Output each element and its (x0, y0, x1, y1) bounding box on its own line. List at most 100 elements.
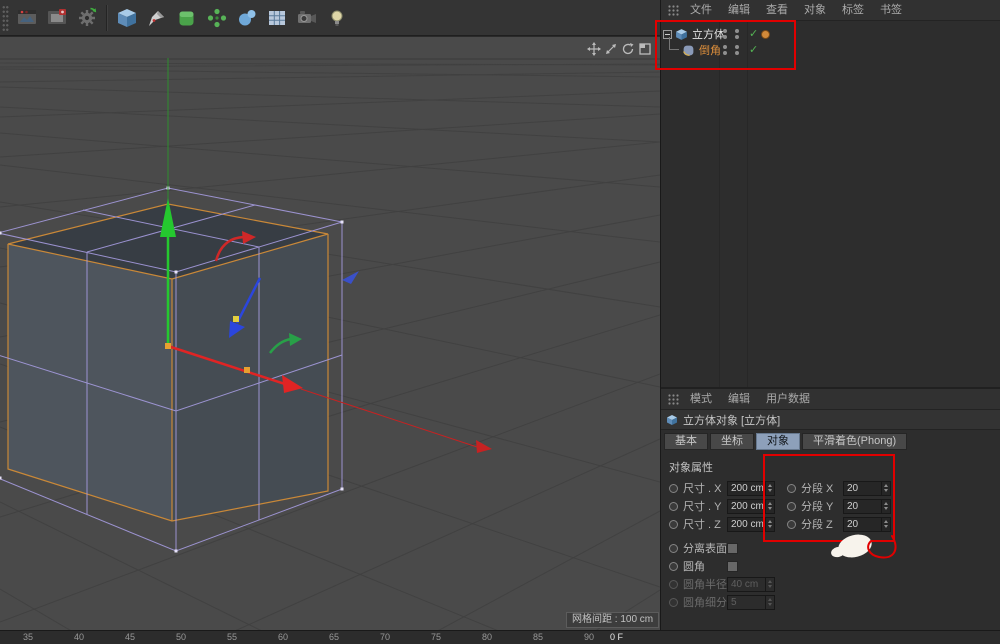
separate-surfaces-checkbox[interactable] (727, 543, 738, 554)
tab-phong[interactable]: 平滑着色(Phong) (802, 433, 907, 450)
tab-object[interactable]: 对象 (756, 433, 800, 450)
bevel-deformer-icon (682, 44, 695, 57)
attribute-manager: 模式 编辑 用户数据 立方体对象 [立方体] 基本 坐标 对象 平滑着色(Pho… (661, 389, 1000, 611)
menu-view[interactable]: 查看 (758, 0, 796, 21)
generator-cube-icon[interactable] (173, 4, 201, 32)
separate-surfaces-label: 分离表面 (683, 540, 727, 556)
object-manager-menubar: 文件 编辑 查看 对象 标签 书签 (661, 0, 1000, 21)
grid-spacing-label: 网格间距 : 100 cm (566, 612, 659, 628)
menu-mode[interactable]: 模式 (682, 389, 720, 410)
pan-icon[interactable] (587, 42, 601, 56)
tree-branch-line (669, 37, 679, 50)
keyframe-dot-icon[interactable] (669, 544, 678, 553)
render-picture-viewer-icon[interactable] (43, 4, 71, 32)
menu-object[interactable]: 对象 (796, 0, 834, 21)
ruler-tick: 55 (227, 632, 237, 642)
stepper-icon[interactable] (881, 518, 890, 531)
panel-menu-icon[interactable] (667, 393, 680, 406)
menu-user-data[interactable]: 用户数据 (758, 389, 818, 410)
attribute-title: 立方体对象 [立方体] (683, 412, 780, 428)
visibility-dots-icon[interactable] (723, 45, 727, 55)
pen-tool-icon[interactable] (143, 4, 171, 32)
seg-y-input[interactable]: 20 (843, 499, 891, 514)
tab-basic[interactable]: 基本 (664, 433, 708, 450)
render-visibility-dots-icon[interactable] (735, 29, 739, 39)
cinema4d-window: 网格间距 : 100 cm 35 40 45 50 55 60 65 70 75… (0, 0, 1000, 644)
render-visibility-dots-icon[interactable] (735, 45, 739, 55)
timeline-ruler[interactable]: 35 40 45 50 55 60 65 70 75 80 85 90 0 F (0, 630, 1000, 644)
primitive-cube-icon[interactable] (113, 4, 141, 32)
keyframe-dot-icon[interactable] (669, 520, 678, 529)
ruler-tick: 35 (23, 632, 33, 642)
rotate-icon[interactable] (621, 42, 635, 56)
ruler-tick: 90 (584, 632, 594, 642)
object-row-bevel[interactable]: 倒角 ✓ (661, 42, 1000, 58)
metaball-icon[interactable] (233, 4, 261, 32)
object-row-cube[interactable]: 立方体 ✓ (661, 26, 1000, 42)
light-icon[interactable] (323, 4, 351, 32)
size-z-label: 尺寸 . Z (683, 516, 727, 532)
seg-x-input[interactable]: 20 (843, 481, 891, 496)
menu-bookmark[interactable]: 书签 (872, 0, 910, 21)
ruler-tick: 40 (74, 632, 84, 642)
size-z-input[interactable]: 200 cm (727, 517, 775, 532)
visibility-dots-icon[interactable] (723, 29, 727, 39)
toolbar-grip[interactable] (2, 5, 9, 31)
size-x-input[interactable]: 200 cm (727, 481, 775, 496)
enabled-check-icon[interactable]: ✓ (749, 42, 758, 58)
panel-menu-icon[interactable] (667, 4, 680, 17)
ruler-tick: 70 (380, 632, 390, 642)
stepper-icon[interactable] (765, 518, 774, 531)
cube-object-icon (666, 414, 678, 426)
menu-file[interactable]: 文件 (682, 0, 720, 21)
stepper-icon[interactable] (881, 500, 890, 513)
seg-y-label: 分段 Y (801, 498, 843, 514)
seg-z-input[interactable]: 20 (843, 517, 891, 532)
keyframe-dot-icon[interactable] (787, 484, 796, 493)
attribute-body: 对象属性 尺寸 . X 200 cm 分段 X 20 尺寸 . Y 200 cm… (661, 453, 1000, 611)
stepper-icon[interactable] (765, 500, 774, 513)
main-toolbar (0, 0, 660, 36)
ruler-tick: 45 (125, 632, 135, 642)
environment-grid-icon[interactable] (263, 4, 291, 32)
object-name[interactable]: 倒角 (699, 42, 721, 58)
keyframe-dot-icon[interactable] (669, 562, 678, 571)
fillet-label: 圆角 (683, 558, 727, 574)
stepper-icon (765, 596, 774, 609)
menu-edit[interactable]: 编辑 (720, 389, 758, 410)
maximize-icon[interactable] (638, 42, 652, 56)
object-name[interactable]: 立方体 (692, 26, 725, 42)
dolly-icon[interactable] (604, 42, 618, 56)
fillet-checkbox[interactable] (727, 561, 738, 572)
keyframe-dot-icon[interactable] (669, 484, 678, 493)
keyframe-dot-icon[interactable] (787, 502, 796, 511)
stepper-icon[interactable] (765, 482, 774, 495)
menu-edit[interactable]: 编辑 (720, 0, 758, 21)
tab-coord[interactable]: 坐标 (710, 433, 754, 450)
size-y-input[interactable]: 200 cm (727, 499, 775, 514)
attribute-title-bar: 立方体对象 [立方体] (661, 410, 1000, 430)
enabled-check-icon[interactable]: ✓ (749, 26, 758, 42)
ruler-tick: 85 (533, 632, 543, 642)
ruler-tick: 65 (329, 632, 339, 642)
keyframe-dot-icon[interactable] (669, 502, 678, 511)
fillet-subdivision-row: 圆角细分 5 (661, 593, 1000, 611)
stepper-icon[interactable] (881, 482, 890, 495)
toolbar-separator (106, 5, 108, 31)
array-object-icon[interactable] (203, 4, 231, 32)
fillet-subdivision-label: 圆角细分 (683, 594, 727, 610)
viewport-3d[interactable]: 网格间距 : 100 cm (0, 36, 660, 630)
separate-surfaces-row: 分离表面 (661, 539, 1000, 557)
object-tree: 立方体 ✓ 倒角 ✓ (661, 21, 1000, 388)
size-y-row: 尺寸 . Y 200 cm 分段 Y 20 (661, 497, 1000, 515)
menu-tags[interactable]: 标签 (834, 0, 872, 21)
camera-icon[interactable] (293, 4, 321, 32)
seg-z-label: 分段 Z (801, 516, 843, 532)
fillet-row: 圆角 (661, 557, 1000, 575)
keyframe-dot-icon[interactable] (787, 520, 796, 529)
tag-icon[interactable] (761, 30, 770, 39)
render-view-icon[interactable] (13, 4, 41, 32)
scene-3d (0, 37, 660, 631)
ruler-tick: 75 (431, 632, 441, 642)
render-settings-icon[interactable] (73, 4, 101, 32)
